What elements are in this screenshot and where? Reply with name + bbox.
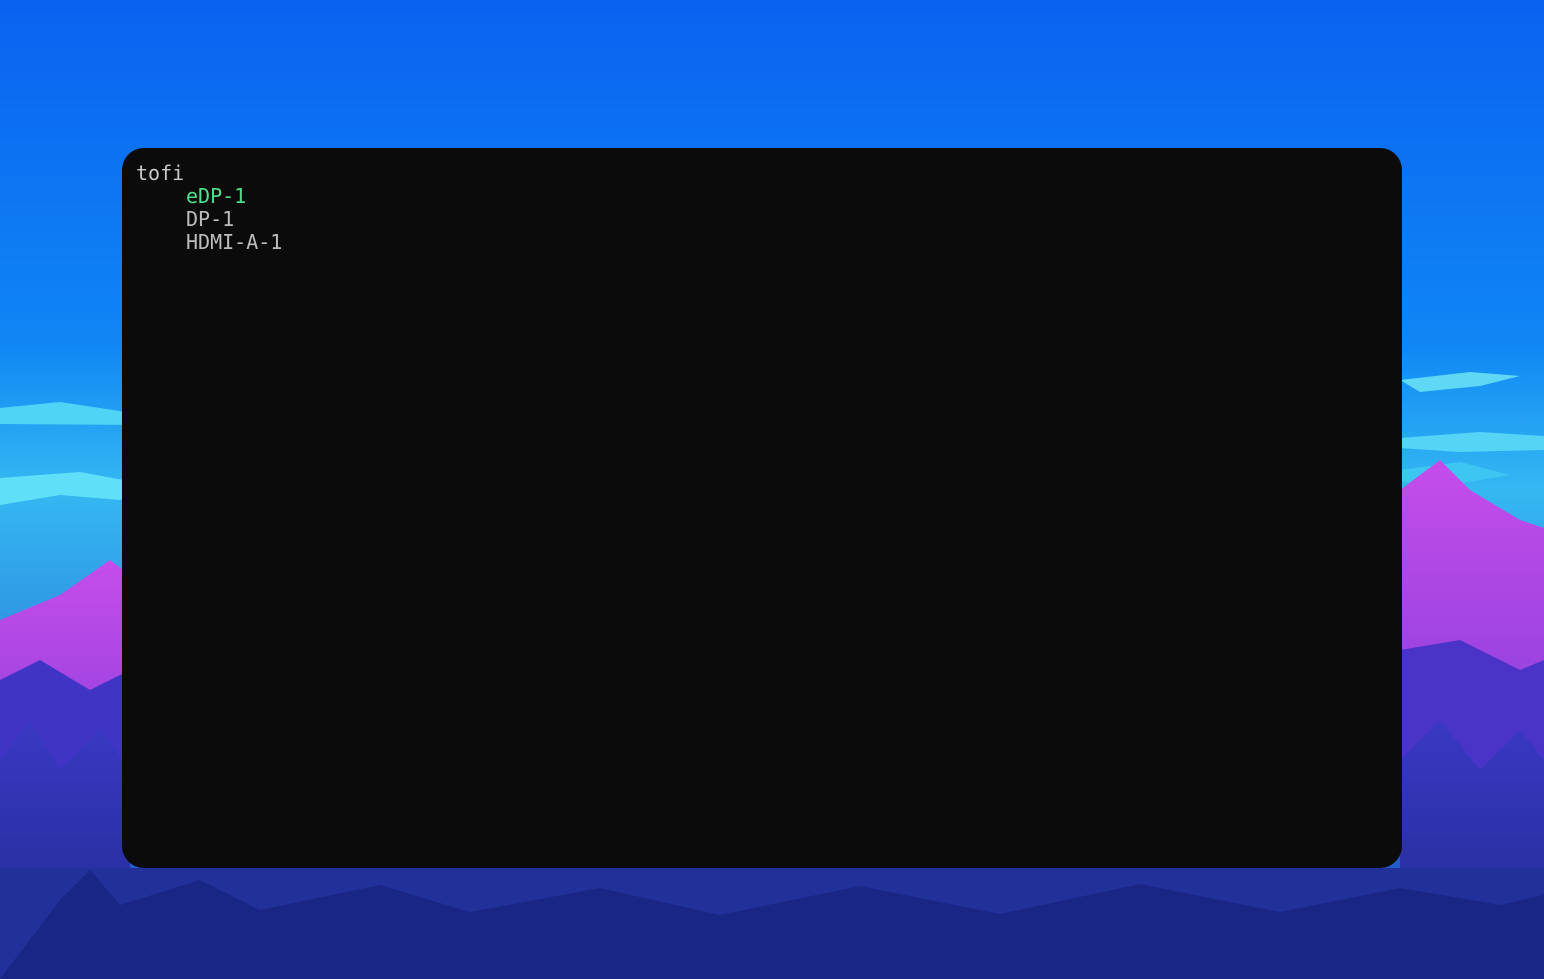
desktop: tofi eDP-1 DP-1 HDMI-A-1 [0, 0, 1544, 979]
tofi-launcher-window: tofi eDP-1 DP-1 HDMI-A-1 [122, 148, 1402, 868]
result-item-dp-1[interactable]: DP-1 [186, 208, 1388, 231]
results-list: eDP-1 DP-1 HDMI-A-1 [136, 185, 1388, 254]
prompt-label: tofi [136, 161, 185, 185]
prompt-row[interactable]: tofi [136, 162, 1388, 185]
result-item-edp-1[interactable]: eDP-1 [186, 185, 1388, 208]
result-item-hdmi-a-1[interactable]: HDMI-A-1 [186, 231, 1388, 254]
